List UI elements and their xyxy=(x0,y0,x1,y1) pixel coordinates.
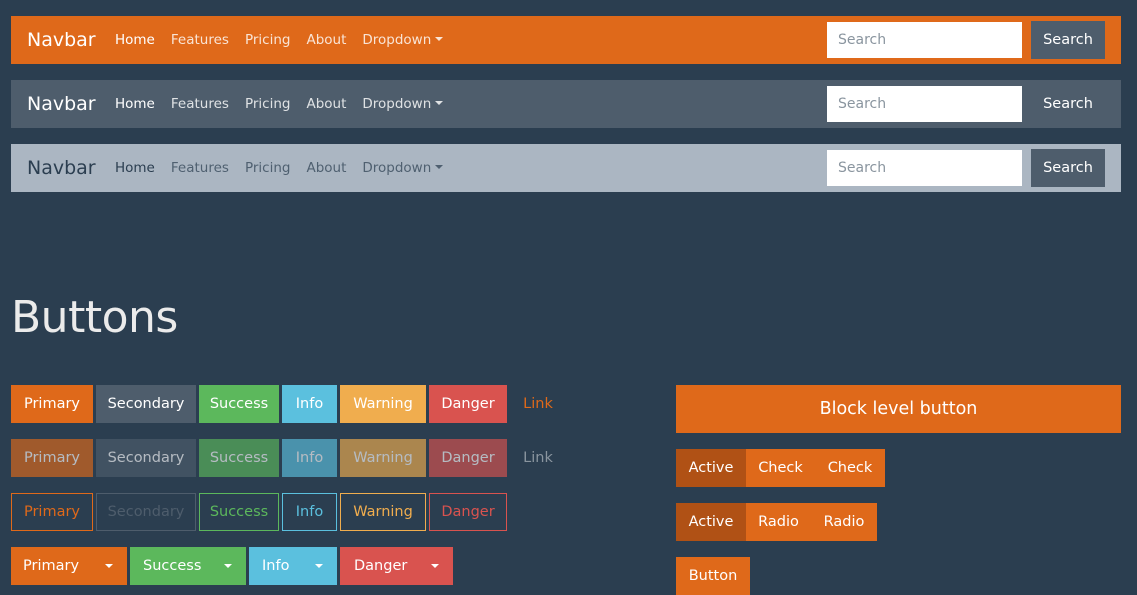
nav-link-pricing[interactable]: Pricing xyxy=(245,160,291,176)
nav-link-about[interactable]: About xyxy=(306,32,346,48)
info-outline-button[interactable]: Info xyxy=(282,493,337,531)
primary-button-disabled: Primary xyxy=(11,439,93,477)
link-button-disabled: Link xyxy=(523,450,553,466)
nav-link-home[interactable]: Home xyxy=(115,96,155,112)
caret-down-icon[interactable] xyxy=(315,564,323,568)
nav-link-features[interactable]: Features xyxy=(171,32,229,48)
nav-links: Home Features Pricing About Dropdown xyxy=(115,80,459,128)
danger-button-disabled: Danger xyxy=(429,439,507,477)
check-toggle[interactable]: Check xyxy=(815,449,885,487)
success-button-disabled: Success xyxy=(199,439,279,477)
check-toggle-active[interactable]: Active xyxy=(676,449,746,487)
dropdown-label: Dropdown xyxy=(362,96,432,112)
caret-down-icon xyxy=(435,37,444,41)
link-button[interactable]: Link xyxy=(510,385,566,423)
nav-link-features[interactable]: Features xyxy=(171,96,229,112)
nav-link-home[interactable]: Home xyxy=(115,32,155,48)
search-input[interactable]: Search xyxy=(827,86,1022,122)
check-toggle[interactable]: Check xyxy=(746,449,815,487)
radio-toggle[interactable]: Radio xyxy=(811,503,877,541)
nav-link-dropdown[interactable]: Dropdown xyxy=(362,160,444,176)
buttons-heading: Buttons xyxy=(11,292,178,343)
info-button[interactable]: Info xyxy=(282,385,337,423)
secondary-button-disabled: Secondary xyxy=(96,439,196,477)
nav-link-dropdown[interactable]: Dropdown xyxy=(362,96,444,112)
search-button[interactable]: Search xyxy=(1031,21,1105,59)
plain-button[interactable]: Button xyxy=(676,557,750,595)
primary-button[interactable]: Primary xyxy=(11,385,93,423)
nav-links: Home Features Pricing About Dropdown xyxy=(115,16,459,64)
info-split-button[interactable]: Info xyxy=(249,547,337,585)
warning-outline-button[interactable]: Warning xyxy=(340,493,426,531)
navbar-brand[interactable]: Navbar xyxy=(27,157,96,179)
navbar-secondary: Navbar Home Features Pricing About Dropd… xyxy=(11,80,1121,128)
nav-link-home[interactable]: Home xyxy=(115,160,155,176)
caret-down-icon[interactable] xyxy=(224,564,232,568)
split-label: Danger xyxy=(354,558,408,574)
search-button[interactable]: Search xyxy=(1031,85,1105,123)
primary-split-button[interactable]: Primary xyxy=(11,547,127,585)
nav-link-about[interactable]: About xyxy=(306,160,346,176)
nav-link-dropdown[interactable]: Dropdown xyxy=(362,32,444,48)
search-input[interactable]: Search xyxy=(827,22,1022,58)
secondary-button[interactable]: Secondary xyxy=(96,385,196,423)
nav-link-pricing[interactable]: Pricing xyxy=(245,96,291,112)
danger-split-button[interactable]: Danger xyxy=(340,547,453,585)
navbar-brand[interactable]: Navbar xyxy=(27,29,96,51)
caret-down-icon[interactable] xyxy=(105,564,113,568)
search-input[interactable]: Search xyxy=(827,150,1022,186)
success-button[interactable]: Success xyxy=(199,385,279,423)
split-label: Info xyxy=(262,558,290,574)
dropdown-label: Dropdown xyxy=(362,32,432,48)
navbar-brand[interactable]: Navbar xyxy=(27,93,96,115)
primary-outline-button[interactable]: Primary xyxy=(11,493,93,531)
split-label: Primary xyxy=(23,558,80,574)
nav-link-features[interactable]: Features xyxy=(171,160,229,176)
split-label: Success xyxy=(143,558,202,574)
warning-button[interactable]: Warning xyxy=(340,385,426,423)
caret-down-icon xyxy=(435,101,444,105)
warning-button-disabled: Warning xyxy=(340,439,426,477)
success-split-button[interactable]: Success xyxy=(130,547,246,585)
block-level-button[interactable]: Block level button xyxy=(676,385,1121,433)
caret-down-icon[interactable] xyxy=(431,564,439,568)
nav-links: Home Features Pricing About Dropdown xyxy=(115,144,459,192)
checkbox-button-group: Active Check Check xyxy=(676,449,885,487)
nav-link-about[interactable]: About xyxy=(306,96,346,112)
navbar-light: Navbar Home Features Pricing About Dropd… xyxy=(11,144,1121,192)
search-button[interactable]: Search xyxy=(1031,149,1105,187)
danger-button[interactable]: Danger xyxy=(429,385,507,423)
radio-button-group: Active Radio Radio xyxy=(676,503,877,541)
caret-down-icon xyxy=(435,165,444,169)
secondary-outline-button[interactable]: Secondary xyxy=(96,493,196,531)
radio-toggle[interactable]: Radio xyxy=(746,503,811,541)
danger-outline-button[interactable]: Danger xyxy=(429,493,507,531)
radio-toggle-active[interactable]: Active xyxy=(676,503,746,541)
navbar-primary: Navbar Home Features Pricing About Dropd… xyxy=(11,16,1121,64)
nav-link-pricing[interactable]: Pricing xyxy=(245,32,291,48)
success-outline-button[interactable]: Success xyxy=(199,493,279,531)
info-button-disabled: Info xyxy=(282,439,337,477)
dropdown-label: Dropdown xyxy=(362,160,432,176)
